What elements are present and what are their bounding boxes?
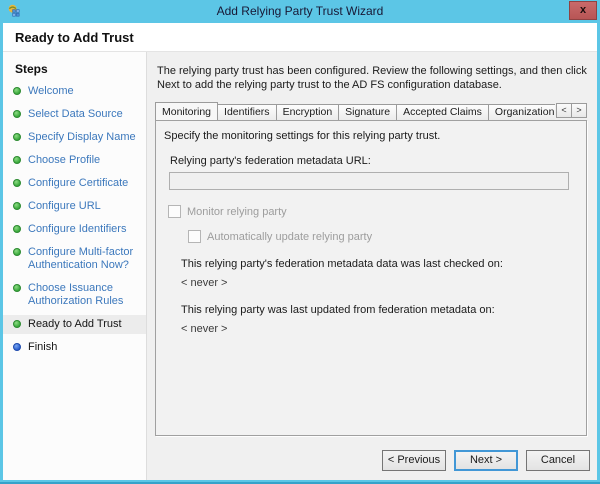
step-done-bullet-icon (13, 133, 21, 141)
tab-encryption[interactable]: Encryption (276, 104, 340, 120)
tab-scroll-right-icon[interactable]: > (571, 103, 587, 118)
step-done-bullet-icon (13, 202, 21, 210)
last-checked-value: < never > (181, 277, 586, 289)
monitor-relying-party-row: Monitor relying party (168, 205, 586, 218)
tab-identifiers[interactable]: Identifiers (217, 104, 277, 120)
trust-settings-tabs: Monitoring Identifiers Encryption Signat… (155, 101, 587, 436)
sidebar-item-choose-profile[interactable]: Choose Profile (3, 151, 146, 170)
tab-strip: Monitoring Identifiers Encryption Signat… (155, 101, 587, 120)
previous-button[interactable]: < Previous (382, 450, 446, 471)
sidebar-item-configure-certificate[interactable]: Configure Certificate (3, 174, 146, 193)
sidebar-item-configure-identifiers[interactable]: Configure Identifiers (3, 220, 146, 239)
step-current-bullet-icon (13, 320, 21, 328)
auto-update-label: Automatically update relying party (207, 231, 372, 243)
title-bar[interactable]: Add Relying Party Trust Wizard x (0, 0, 600, 23)
steps-sidebar: Steps Welcome Select Data Source Specify… (3, 52, 147, 480)
window-title: Add Relying Party Trust Wizard (0, 0, 600, 22)
tab-scroll-left-icon[interactable]: < (556, 103, 572, 118)
sidebar-item-choose-issuance-rules[interactable]: Choose Issuance Authorization Rules (3, 279, 146, 311)
metadata-url-input[interactable] (169, 172, 569, 190)
step-done-bullet-icon (13, 110, 21, 118)
step-done-bullet-icon (13, 225, 21, 233)
tab-accepted-claims[interactable]: Accepted Claims (396, 104, 489, 120)
tab-signature[interactable]: Signature (338, 104, 397, 120)
cancel-button[interactable]: Cancel (526, 450, 590, 471)
step-done-bullet-icon (13, 156, 21, 164)
auto-update-row: Automatically update relying party (188, 230, 586, 243)
step-done-bullet-icon (13, 248, 21, 256)
step-done-bullet-icon (13, 87, 21, 95)
sidebar-item-select-data-source[interactable]: Select Data Source (3, 105, 146, 124)
last-updated-value: < never > (181, 323, 586, 335)
sidebar-item-specify-display-name[interactable]: Specify Display Name (3, 128, 146, 147)
monitor-relying-party-checkbox[interactable] (168, 205, 181, 218)
metadata-url-label: Relying party's federation metadata URL: (170, 155, 586, 167)
wizard-window: Add Relying Party Trust Wizard x Ready t… (0, 0, 600, 484)
sidebar-item-configure-url[interactable]: Configure URL (3, 197, 146, 216)
tab-monitoring[interactable]: Monitoring (155, 102, 218, 120)
page-title: Ready to Add Trust (3, 23, 597, 45)
sidebar-item-finish[interactable]: Finish (3, 338, 146, 357)
step-done-bullet-icon (13, 179, 21, 187)
tab-clip-region: Monitoring Identifiers Encryption Signat… (155, 101, 555, 120)
intro-text: The relying party trust has been configu… (157, 64, 587, 92)
next-button[interactable]: Next > (454, 450, 518, 471)
sidebar-item-welcome[interactable]: Welcome (3, 82, 146, 101)
close-button[interactable]: x (569, 1, 597, 20)
last-updated-label: This relying party was last updated from… (181, 304, 586, 316)
monitoring-tab-panel: Specify the monitoring settings for this… (155, 120, 587, 436)
last-checked-label: This relying party's federation metadata… (181, 258, 586, 270)
sidebar-item-configure-mfa[interactable]: Configure Multi-factor Authentication No… (3, 243, 146, 275)
wizard-body: Steps Welcome Select Data Source Specify… (3, 52, 597, 480)
tab-organization[interactable]: Organization (488, 104, 555, 120)
sidebar-item-ready-to-add-trust[interactable]: Ready to Add Trust (3, 315, 146, 334)
wizard-footer: < Previous Next > Cancel (382, 450, 590, 471)
auto-update-checkbox[interactable] (188, 230, 201, 243)
steps-heading: Steps (3, 60, 146, 82)
monitor-relying-party-label: Monitor relying party (187, 206, 287, 218)
panel-instruction: Specify the monitoring settings for this… (164, 130, 578, 142)
step-upcoming-bullet-icon (13, 343, 21, 351)
close-icon: x (580, 4, 586, 16)
page-header: Ready to Add Trust (3, 23, 597, 52)
main-content: The relying party trust has been configu… (147, 52, 597, 480)
step-done-bullet-icon (13, 284, 21, 292)
tab-scroll-controls: < > (557, 103, 587, 118)
